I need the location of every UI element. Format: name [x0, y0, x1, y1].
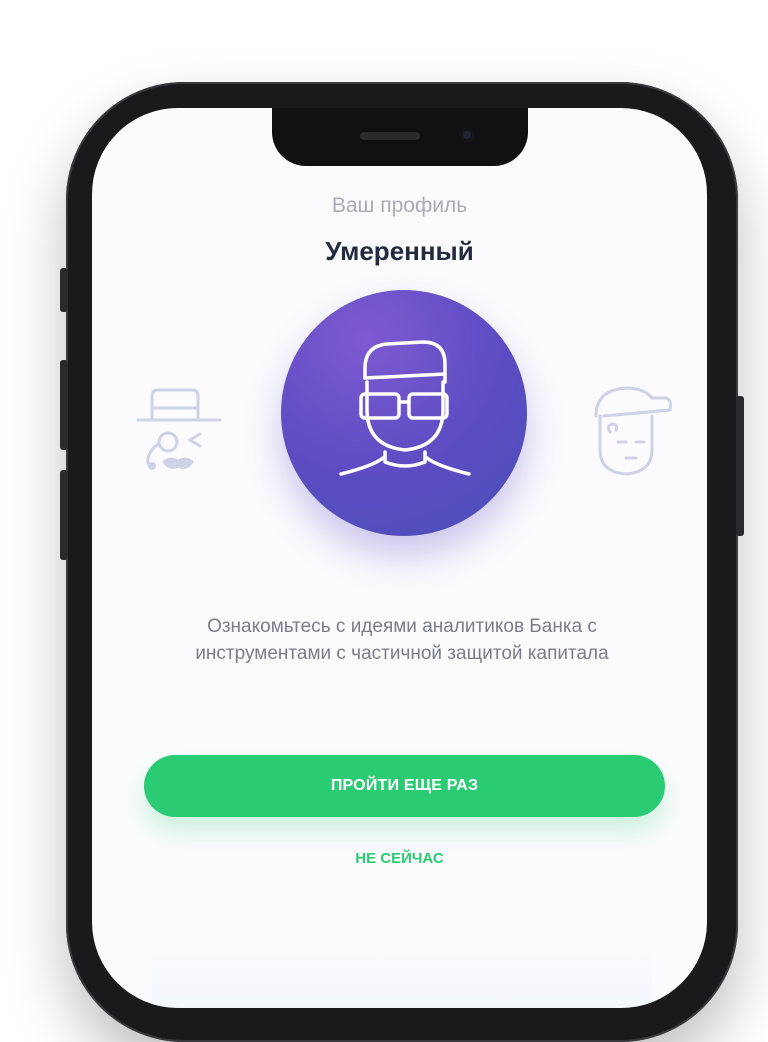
bottom-fade — [152, 948, 652, 1008]
not-now-link[interactable]: НЕ СЕЙЧАС — [92, 850, 707, 867]
profile-description: Ознакомьтесь с идеями аналитиков Банка с… — [195, 616, 609, 664]
speaker-grille — [360, 132, 420, 140]
avatar-option-conservative[interactable] — [128, 378, 228, 488]
phone-volume-down-button — [60, 470, 68, 560]
phone-volume-up-button — [60, 360, 68, 450]
cap-face-icon — [594, 386, 672, 476]
app-screen: Ваш профиль Умеренный Ознакомьтесь с иде… — [92, 108, 707, 1008]
phone-notch — [272, 108, 528, 166]
profile-subtitle: Ваш профиль — [331, 194, 468, 217]
retry-test-button[interactable]: ПРОЙТИ ЕЩЕ РАЗ — [144, 755, 665, 817]
phone-mute-switch — [60, 268, 68, 312]
hat-monocle-mustache-icon — [136, 388, 222, 470]
avatar-option-aggressive[interactable] — [582, 376, 682, 486]
sunglasses-person-icon — [339, 340, 471, 476]
profile-title: Умеренный — [325, 236, 474, 266]
phone-power-button — [736, 396, 744, 536]
avatar-option-moderate-selected[interactable] — [281, 290, 527, 536]
front-camera — [460, 128, 474, 142]
